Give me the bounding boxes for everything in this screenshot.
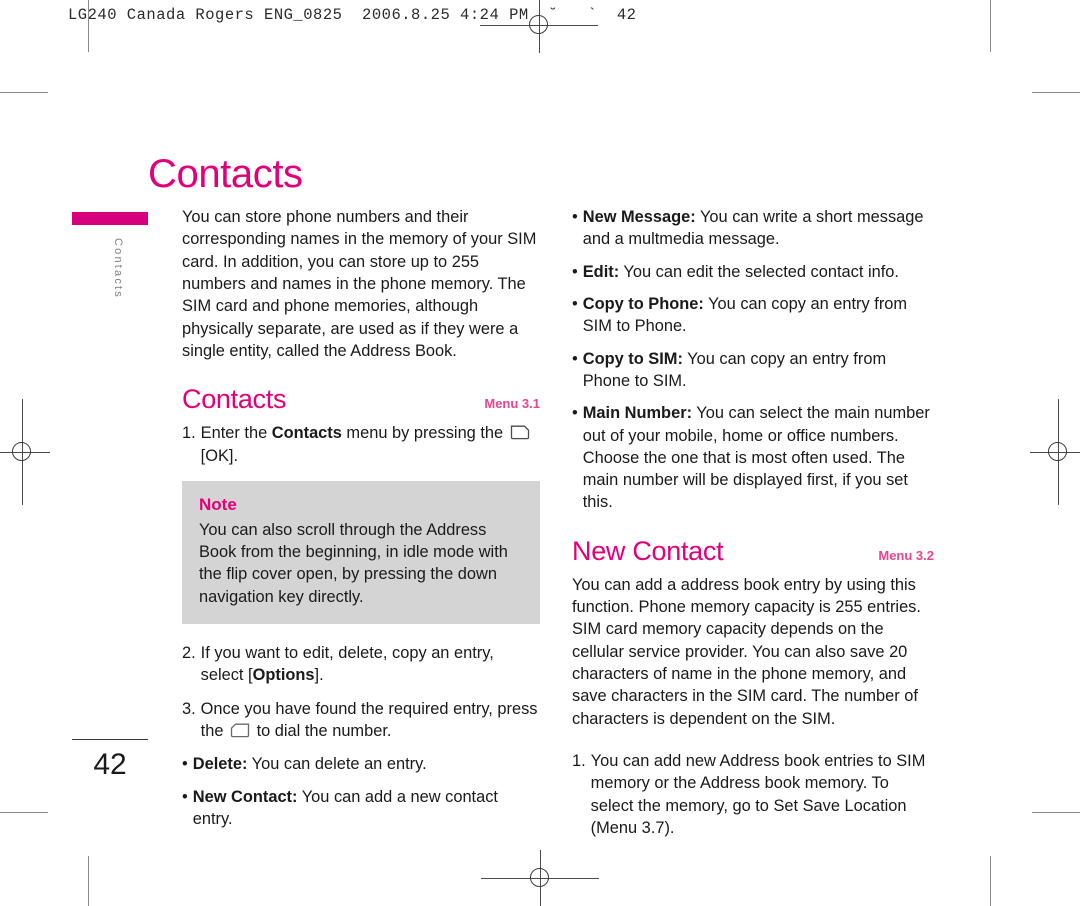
new-contact-paragraph: You can add a address book entry by usin…	[572, 575, 921, 728]
crop-mark-left-bottom-horizontal	[0, 812, 48, 813]
registration-circle	[12, 442, 31, 461]
crop-mark-top-right-vertical	[990, 0, 991, 52]
crop-mark-right-bottom-horizontal	[1032, 812, 1080, 813]
list-item-body: Enter the Contacts menu by pressing the …	[201, 422, 540, 467]
list-marker: 1.	[572, 751, 586, 770]
bullet-term: Main Number:	[582, 404, 693, 423]
page-number: 42	[93, 748, 127, 781]
list-item-body: Copy to SIM: You can copy an entry from …	[583, 348, 934, 393]
list-item-step-1: 1. Enter the Contacts menu by pressing t…	[182, 422, 540, 467]
step2-bold-term: Options	[252, 666, 315, 685]
note-box: Note You can also scroll through the Add…	[182, 480, 540, 625]
menu-reference: Menu 3.1	[484, 396, 540, 412]
registration-mark-top-center	[480, 0, 598, 53]
list-item-main-number: • Main Number: You can select the main n…	[572, 402, 934, 514]
step1-bold-term: Contacts	[271, 424, 342, 443]
bullet-term: New Message:	[582, 208, 696, 226]
step1-text-before: Enter the	[200, 424, 272, 443]
list-item-new-contact: • New Contact: You can add a new contact…	[182, 786, 540, 831]
bullet-text: You can delete an entry.	[247, 755, 427, 774]
registration-mark-left-middle	[0, 399, 50, 505]
list-item-body: If you want to edit, delete, copy an ent…	[201, 642, 540, 687]
bullet-term: Edit:	[582, 262, 620, 281]
crop-mark-bottom-left-vertical	[88, 856, 89, 906]
list-item-new-message: • New Message: You can write a short mes…	[572, 206, 934, 251]
list-item-body: You can add new Address book entries to …	[590, 751, 926, 837]
send-key-icon	[230, 723, 250, 738]
right-column: • New Message: You can write a short mes…	[572, 206, 934, 850]
bullet-term: Delete:	[192, 755, 248, 774]
bullet-dot: •	[572, 294, 578, 313]
registration-circle	[1048, 442, 1067, 461]
list-item-body: Main Number: You can select the main num…	[583, 402, 934, 514]
list-item-new-contact-step-1: 1. You can add new Address book entries …	[572, 750, 934, 839]
list-marker: 3.	[182, 699, 196, 718]
registration-mark-right-middle	[1030, 399, 1080, 505]
list-item-body: New Message: You can write a short messa…	[583, 206, 934, 251]
note-text: You can also scroll through the Address …	[199, 520, 508, 606]
crop-mark-bottom-right-vertical	[990, 856, 991, 906]
section-heading-new-contact: New Contact Menu 3.2	[572, 536, 934, 567]
chapter-tab-bar	[72, 212, 148, 225]
section-title: Contacts	[182, 384, 287, 415]
crop-mark-top-left-vertical	[88, 0, 89, 52]
section-heading-contacts: Contacts Menu 3.1	[182, 384, 540, 415]
registration-circle	[529, 15, 548, 34]
bullet-dot: •	[572, 404, 578, 423]
crop-mark-right-top-horizontal	[1032, 92, 1080, 93]
step1-text-end: [OK].	[200, 446, 239, 465]
list-item-body: Copy to Phone: You can copy an entry fro…	[583, 293, 934, 338]
list-item-edit: • Edit: You can edit the selected contac…	[572, 261, 934, 283]
page-title: Contacts	[148, 151, 303, 196]
list-item-body: Delete: You can delete an entry.	[193, 753, 540, 775]
bullet-term: New Contact:	[192, 787, 298, 806]
registration-mark-bottom-center	[481, 850, 599, 906]
step2-text-after: ].	[314, 666, 324, 685]
step3-text-after: to dial the number.	[252, 722, 392, 740]
bullet-dot: •	[572, 208, 578, 226]
list-marker: 2.	[182, 644, 196, 663]
list-marker: 1.	[182, 424, 196, 443]
bullet-term: Copy to Phone:	[582, 294, 704, 313]
bullet-term: Copy to SIM:	[582, 349, 683, 368]
crop-mark-left-top-horizontal	[0, 92, 48, 93]
section-title: New Contact	[572, 535, 724, 566]
left-column: You can store phone numbers and their co…	[182, 206, 540, 840]
note-title: Note	[199, 494, 237, 514]
list-item-delete: • Delete: You can delete an entry.	[182, 753, 540, 775]
step2-text-before: If you want to edit, delete, copy an ent…	[200, 644, 494, 685]
list-item-body: Once you have found the required entry, …	[201, 698, 540, 743]
list-item-copy-to-sim: • Copy to SIM: You can copy an entry fro…	[572, 348, 934, 393]
chapter-tab-label: Contacts	[112, 238, 124, 300]
menu-reference: Menu 3.2	[878, 547, 934, 563]
bullet-dot: •	[182, 755, 188, 774]
list-item-body: Edit: You can edit the selected contact …	[583, 261, 934, 283]
list-item-body: New Contact: You can add a new contact e…	[193, 786, 540, 831]
ok-key-icon	[510, 425, 530, 440]
bullet-dot: •	[572, 349, 578, 368]
page-number-rule	[72, 739, 148, 741]
list-item-step-3: 3. Once you have found the required entr…	[182, 698, 540, 743]
step1-text-after: menu by pressing the	[341, 424, 508, 443]
registration-circle	[530, 868, 549, 887]
list-item-step-2: 2. If you want to edit, delete, copy an …	[182, 642, 540, 687]
bullet-text: You can edit the selected contact info.	[619, 262, 899, 281]
intro-paragraph: You can store phone numbers and their co…	[182, 208, 537, 360]
bullet-dot: •	[572, 262, 578, 281]
list-item-copy-to-phone: • Copy to Phone: You can copy an entry f…	[572, 293, 934, 338]
bullet-dot: •	[182, 787, 188, 806]
